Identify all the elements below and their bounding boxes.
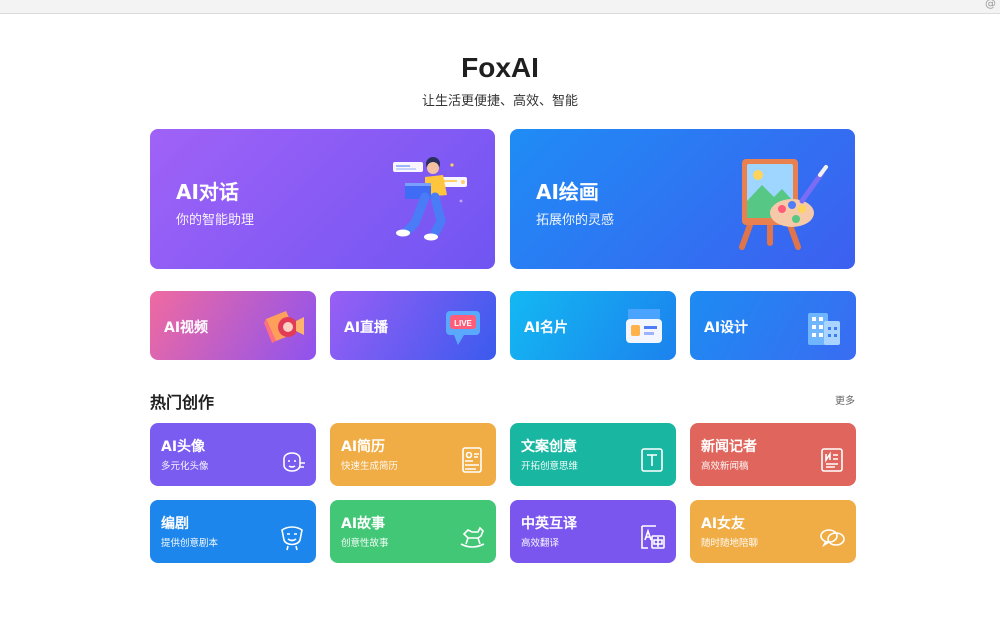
- tile-title: 新闻记者: [701, 439, 757, 455]
- translate-icon: [641, 525, 665, 549]
- ai-live-card[interactable]: AI直播 LIVE: [330, 291, 496, 360]
- ai-avatar-tile[interactable]: AI头像 多元化头像: [150, 423, 316, 486]
- ai-video-card[interactable]: AI视频: [150, 291, 316, 360]
- tile-title: 编剧: [161, 516, 189, 532]
- svg-text:LIVE: LIVE: [454, 319, 472, 328]
- tile-title: 中英互译: [521, 516, 577, 532]
- ai-card-title: AI名片: [524, 320, 569, 336]
- tile-title: AI故事: [341, 516, 386, 532]
- ai-chat-card[interactable]: AI对话 你的智能助理: [150, 129, 495, 269]
- text-t-icon: [641, 448, 663, 472]
- browser-corner-text: @: [985, 0, 996, 10]
- building-icon: [808, 313, 840, 345]
- business-card-icon: [626, 309, 662, 343]
- ai-chat-title: AI对话: [176, 180, 239, 204]
- screenwriter-tile[interactable]: 编剧 提供创意剧本: [150, 500, 316, 563]
- tile-title: AI女友: [701, 516, 746, 532]
- ai-drawing-title: AI绘画: [536, 180, 599, 204]
- tile-subtitle: 高效新闻稿: [701, 461, 749, 472]
- tile-subtitle: 高效翻译: [521, 538, 560, 549]
- tile-subtitle: 提供创意剧本: [161, 538, 219, 549]
- ai-design-card[interactable]: AI设计: [690, 291, 856, 360]
- person-chat-illustration: [393, 157, 467, 241]
- ai-live-title: AI直播: [344, 320, 389, 336]
- tile-subtitle: 随时随地陪聊: [701, 538, 759, 549]
- ai-resume-tile[interactable]: AI简历 快速生成简历: [330, 423, 496, 486]
- ai-video-title: AI视频: [164, 320, 209, 336]
- tile-subtitle: 开拓创意思维: [521, 461, 579, 472]
- copywriting-tile[interactable]: 文案创意 开拓创意思维: [510, 423, 676, 486]
- ai-story-tile[interactable]: AI故事 创意性故事: [330, 500, 496, 563]
- translation-tile[interactable]: 中英互译 高效翻译: [510, 500, 676, 563]
- easel-palette-illustration: [739, 159, 828, 250]
- resume-document-icon: [462, 447, 482, 473]
- rocking-horse-icon: [460, 526, 485, 548]
- more-link[interactable]: 更多: [835, 392, 855, 407]
- tile-title: 文案创意: [521, 439, 577, 455]
- tile-subtitle: 多元化头像: [161, 461, 209, 472]
- ai-girlfriend-tile[interactable]: AI女友 随时随地陪聊: [690, 500, 856, 563]
- tile-title: AI头像: [161, 439, 206, 455]
- video-camera-icon: [264, 311, 304, 343]
- tile-subtitle: 创意性故事: [341, 538, 389, 549]
- brand-slogan: 让生活更便捷、高效、智能: [421, 94, 578, 109]
- chat-bubbles-icon: [820, 529, 845, 548]
- theater-mask-icon: [281, 526, 303, 551]
- ai-card-card[interactable]: AI名片: [510, 291, 676, 360]
- live-tv-icon: LIVE: [446, 311, 480, 345]
- newspaper-icon: [821, 448, 843, 472]
- ai-drawing-subtitle: 拓展你的灵感: [536, 213, 615, 228]
- tile-subtitle: 快速生成简历: [341, 461, 399, 472]
- news-reporter-tile[interactable]: 新闻记者 高效新闻稿: [690, 423, 856, 486]
- ai-drawing-card[interactable]: AI绘画 拓展你的灵感: [510, 129, 855, 269]
- browser-top-bar: @: [0, 0, 1000, 14]
- tile-title: AI简历: [341, 439, 386, 455]
- brand-title: FoxAI: [461, 52, 539, 83]
- hot-creation-title: 热门创作: [150, 393, 215, 412]
- ai-design-title: AI设计: [704, 320, 749, 336]
- avatar-face-icon: [283, 452, 305, 472]
- ai-chat-subtitle: 你的智能助理: [176, 213, 255, 228]
